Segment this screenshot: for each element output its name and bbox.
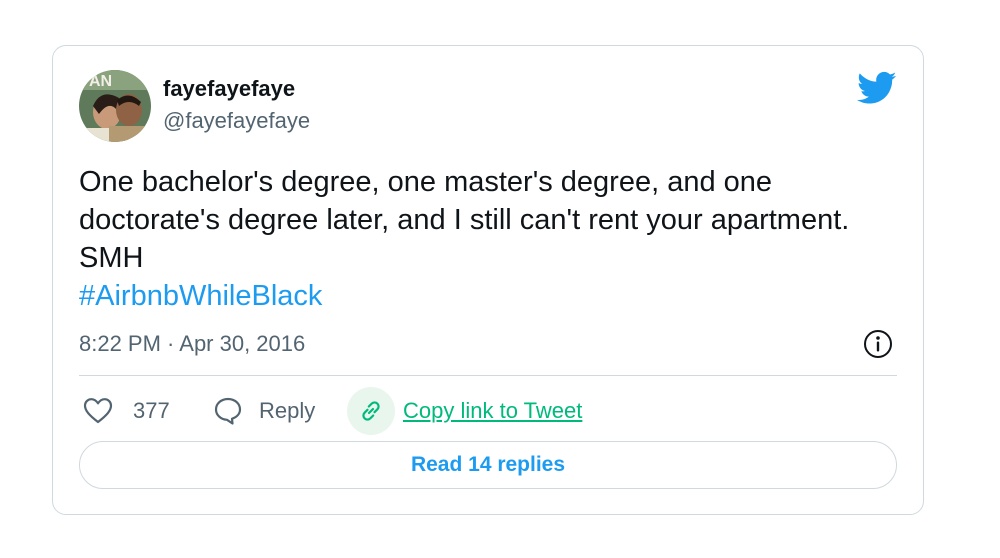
tweet-card: AN fayefayefaye @fayefayefaye One bachel… [52,45,924,515]
avatar[interactable]: AN [79,70,151,142]
link-icon [347,387,395,435]
read-replies-button[interactable]: Read 14 replies [79,441,897,489]
reply-button[interactable]: Reply [213,391,315,431]
twitter-bird-icon[interactable] [857,68,897,108]
hashtag-link[interactable]: #AirbnbWhileBlack [79,277,909,315]
divider [79,375,897,376]
avatar-image: AN [79,70,151,142]
tweet-timestamp[interactable]: 8:22 PM · Apr 30, 2016 [79,329,305,359]
author-handle[interactable]: @fayefayefaye [163,106,310,136]
copy-link-button[interactable]: Copy link to Tweet [347,387,583,435]
svg-text:AN: AN [89,73,112,90]
author-display-name[interactable]: fayefayefaye [163,74,295,104]
reply-label: Reply [259,398,316,423]
like-button[interactable]: 377 [83,391,170,431]
tweet-text: One bachelor's degree, one master's degr… [79,163,909,315]
copy-link-label: Copy link to Tweet [403,398,583,423]
tweet-text-line: SMH [79,242,144,274]
info-icon[interactable] [863,329,893,359]
like-count: 377 [133,398,170,423]
heart-icon [83,397,113,425]
speech-bubble-icon [213,396,243,426]
tweet-text-line: doctorate's degree later, and I still ca… [79,204,850,236]
tweet-text-line: One bachelor's degree, one master's degr… [79,166,773,198]
